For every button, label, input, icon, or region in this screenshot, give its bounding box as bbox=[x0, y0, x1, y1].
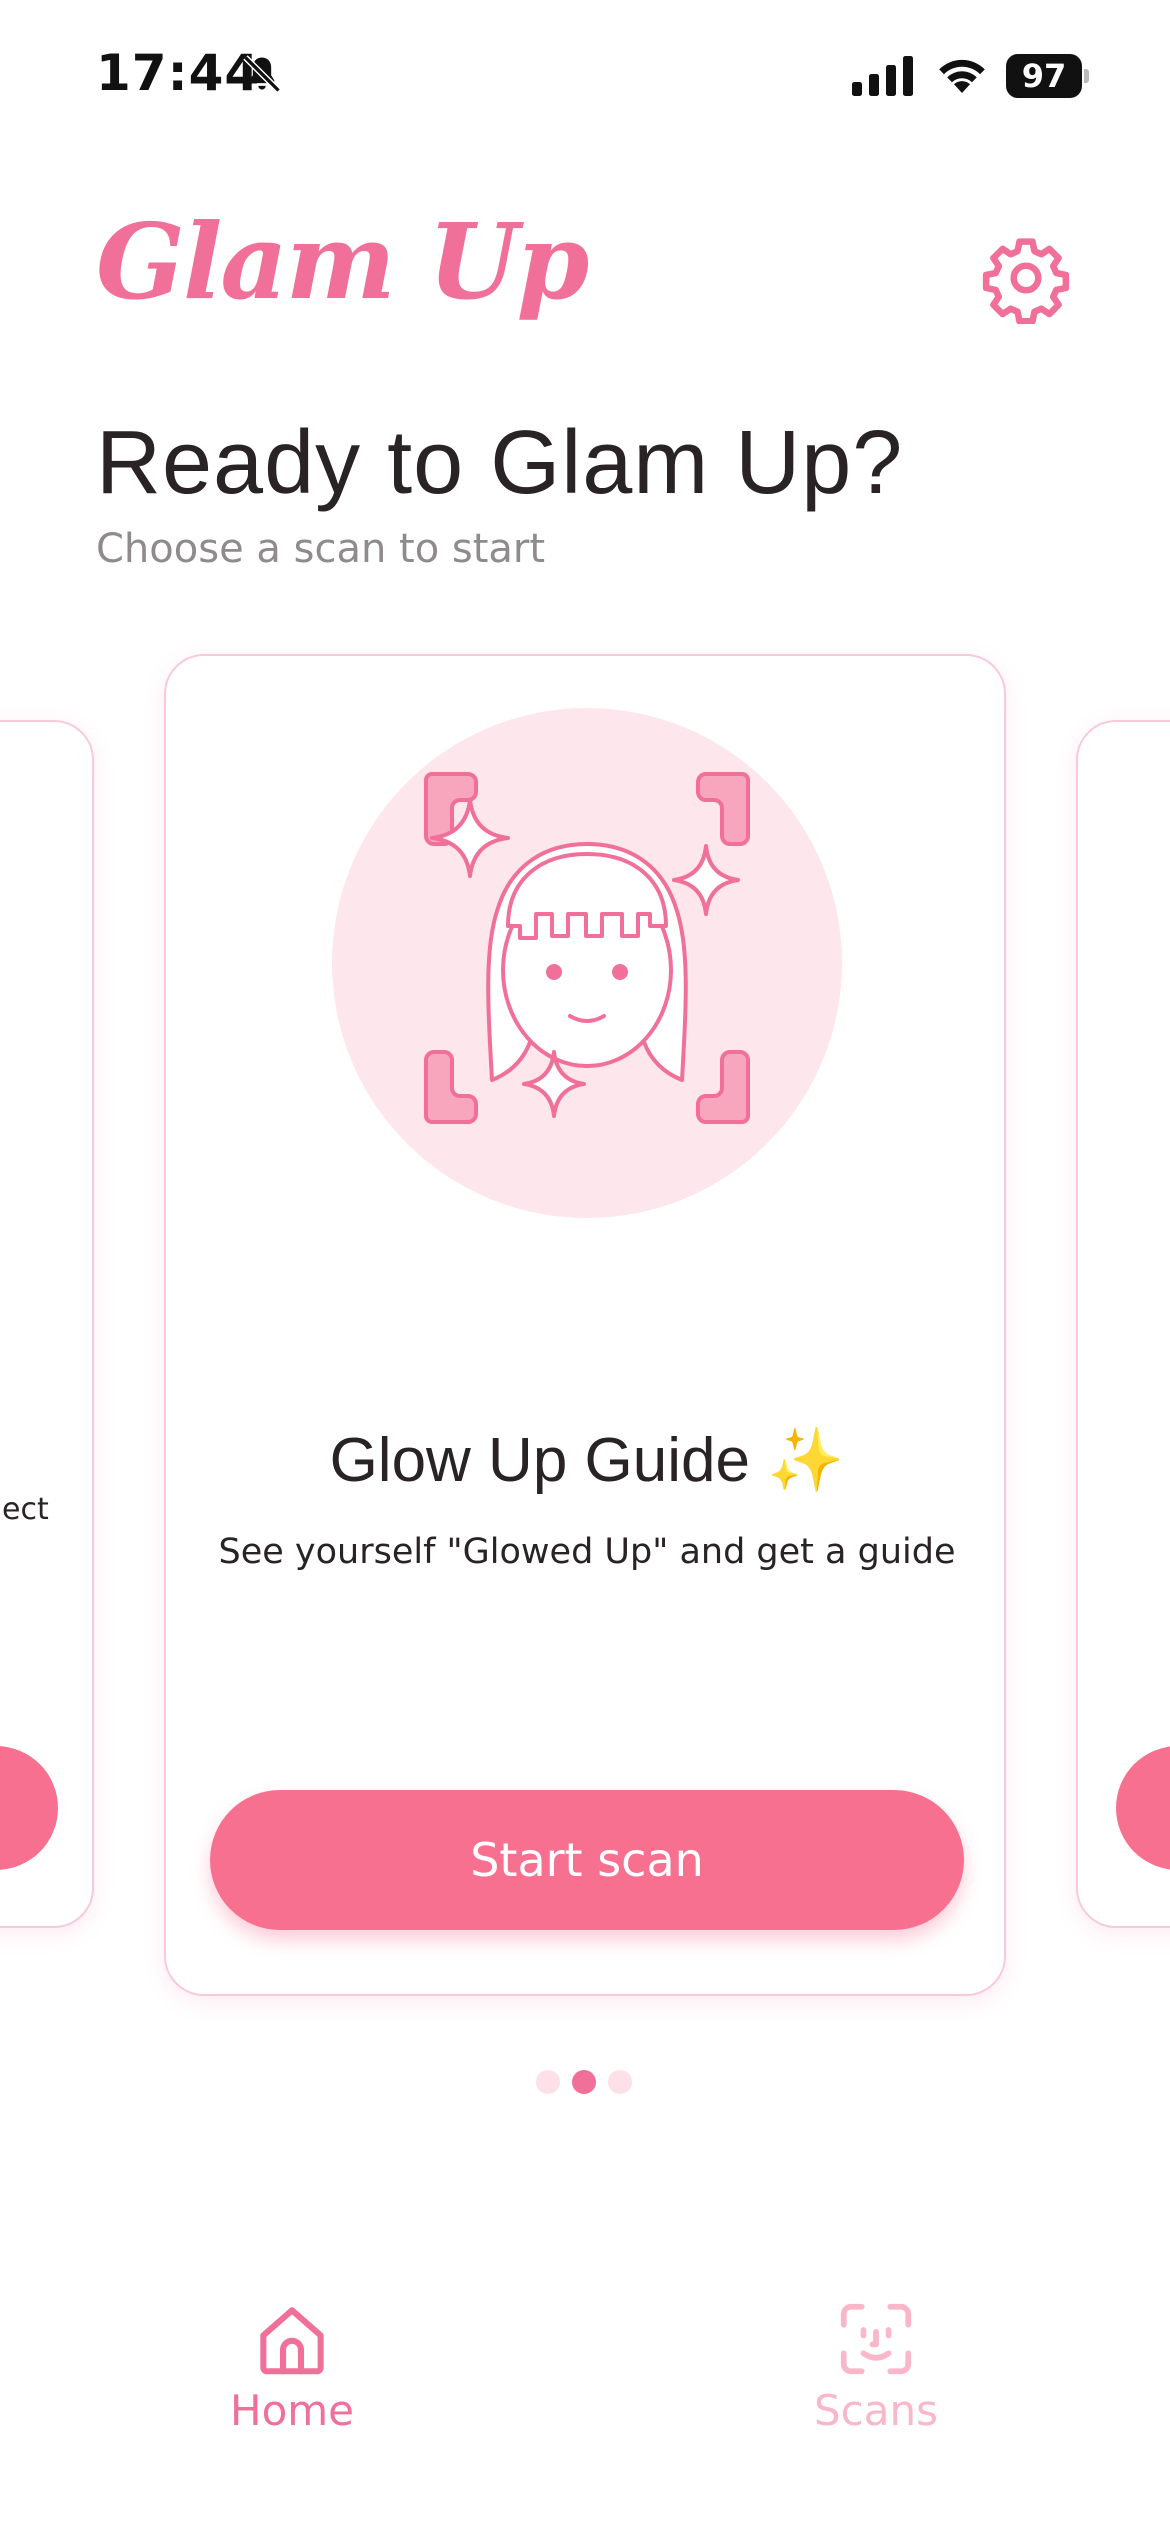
scan-card-next[interactable] bbox=[1076, 720, 1170, 1928]
card-title-text: Glow Up Guide bbox=[329, 1426, 750, 1495]
tab-home[interactable]: Home bbox=[192, 2296, 392, 2446]
page-dot-3[interactable] bbox=[608, 2070, 632, 2094]
signal-icon bbox=[852, 56, 913, 96]
tab-scans[interactable]: Scans bbox=[776, 2296, 976, 2446]
battery-tip bbox=[1084, 69, 1089, 83]
tab-home-label: Home bbox=[229, 2386, 355, 2435]
app-logo: Glam Up bbox=[96, 200, 589, 323]
home-icon bbox=[260, 2307, 324, 2375]
scan-card-current[interactable]: Glow Up Guide ✨ See yourself "Glowed Up"… bbox=[164, 654, 1006, 1996]
bell-slash-icon bbox=[243, 55, 281, 93]
start-scan-button[interactable]: Start scan bbox=[210, 1790, 964, 1930]
card-description-partial: ect bbox=[2, 1492, 49, 1527]
battery-icon: 97 bbox=[1006, 54, 1089, 98]
card-description: See yourself "Glowed Up" and get a guide bbox=[218, 1532, 956, 1572]
page-dot-2-active[interactable] bbox=[572, 2070, 596, 2094]
card-title: Glow Up Guide ✨ bbox=[166, 1424, 1004, 1497]
start-scan-button-partial[interactable] bbox=[0, 1746, 58, 1870]
scan-card-previous[interactable]: ect bbox=[0, 720, 94, 1928]
start-scan-button-partial[interactable] bbox=[1116, 1746, 1170, 1870]
battery-level: 97 bbox=[1006, 54, 1082, 98]
gear-icon[interactable] bbox=[980, 232, 1072, 324]
home-screen: 17:44 97 Glam Up Ready to Glam Up? Choos… bbox=[0, 0, 1170, 2532]
page-subtitle: Choose a scan to start bbox=[96, 526, 546, 572]
wifi-icon bbox=[939, 59, 985, 93]
status-bar: 17:44 97 bbox=[0, 0, 1170, 150]
page-indicator[interactable] bbox=[536, 2070, 636, 2094]
sparkles-emoji: ✨ bbox=[767, 1426, 845, 1495]
page-title: Ready to Glam Up? bbox=[96, 413, 904, 513]
status-time: 17:44 bbox=[96, 44, 261, 102]
page-dot-1[interactable] bbox=[536, 2070, 560, 2094]
tab-scans-label: Scans bbox=[814, 2386, 938, 2435]
face-scan-icon bbox=[840, 2303, 912, 2375]
face-scan-sparkle-icon bbox=[424, 772, 750, 1124]
